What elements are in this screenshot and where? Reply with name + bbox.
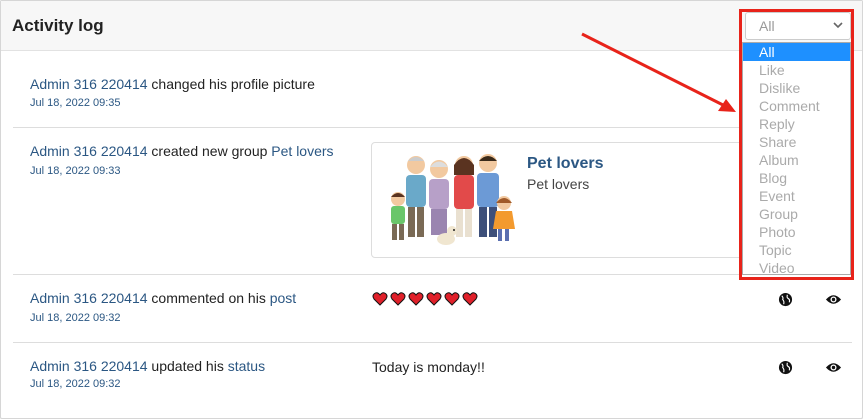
activity-filter-select[interactable]: All bbox=[745, 12, 851, 40]
filter-option-event[interactable]: Event bbox=[743, 187, 850, 205]
activity-summary: Admin 316 220414 changed his profile pic… bbox=[30, 76, 315, 92]
activity-date: Jul 18, 2022 09:32 bbox=[30, 312, 121, 324]
activity-summary: Admin 316 220414 updated his status bbox=[30, 358, 265, 374]
group-card-title: Pet lovers bbox=[527, 155, 604, 172]
filter-option-photo[interactable]: Photo bbox=[743, 223, 850, 241]
actor-link[interactable]: Admin 316 220414 bbox=[30, 76, 148, 92]
filter-option-topic[interactable]: Topic bbox=[743, 241, 850, 259]
eye-icon[interactable] bbox=[825, 292, 842, 307]
status-content: Today is monday!! bbox=[372, 359, 485, 375]
filter-option-group[interactable]: Group bbox=[743, 205, 850, 223]
activity-row: Admin 316 220414 changed his profile pic… bbox=[13, 51, 852, 128]
heart-icon bbox=[426, 292, 442, 306]
group-link[interactable]: Pet lovers bbox=[271, 143, 333, 159]
eye-icon[interactable] bbox=[825, 360, 842, 375]
filter-option-like[interactable]: Like bbox=[743, 61, 850, 79]
actor-link[interactable]: Admin 316 220414 bbox=[30, 143, 148, 159]
group-card[interactable]: Pet lovers Pet lovers bbox=[371, 142, 761, 258]
group-card-description: Pet lovers bbox=[527, 176, 590, 192]
page-title: Activity log bbox=[12, 16, 104, 35]
actor-link[interactable]: Admin 316 220414 bbox=[30, 358, 148, 374]
filter-option-album[interactable]: Album bbox=[743, 151, 850, 169]
activity-action-text: changed his profile picture bbox=[147, 76, 315, 92]
heart-icon bbox=[372, 292, 388, 306]
activity-row: Admin 316 220414 created new group Pet l… bbox=[13, 128, 852, 275]
activity-log-panel: Activity log Admin 316 220414 changed hi… bbox=[0, 0, 863, 419]
filter-option-comment[interactable]: Comment bbox=[743, 97, 850, 115]
activity-action-text: commented on his bbox=[147, 290, 270, 306]
actor-link[interactable]: Admin 316 220414 bbox=[30, 290, 148, 306]
activity-row: Admin 316 220414 commented on his post J… bbox=[13, 275, 852, 343]
filter-dropdown-list: All Like Dislike Comment Reply Share Alb… bbox=[742, 42, 851, 277]
comment-content bbox=[372, 291, 478, 307]
chevron-down-icon bbox=[833, 22, 843, 29]
activity-summary: Admin 316 220414 created new group Pet l… bbox=[30, 143, 334, 159]
activity-date: Jul 18, 2022 09:33 bbox=[30, 165, 121, 177]
filter-option-all[interactable]: All bbox=[743, 43, 850, 61]
heart-icon bbox=[462, 292, 478, 306]
heart-icon bbox=[390, 292, 406, 306]
heart-icon bbox=[444, 292, 460, 306]
globe-icon[interactable] bbox=[778, 292, 793, 307]
filter-option-video[interactable]: Video bbox=[743, 259, 850, 277]
activity-row: Admin 316 220414 updated his status Jul … bbox=[13, 343, 852, 413]
post-link[interactable]: post bbox=[270, 290, 296, 306]
activity-action-text: created new group bbox=[147, 143, 272, 159]
globe-icon[interactable] bbox=[778, 360, 793, 375]
filter-option-blog[interactable]: Blog bbox=[743, 169, 850, 187]
status-link[interactable]: status bbox=[228, 358, 265, 374]
activity-date: Jul 18, 2022 09:32 bbox=[30, 378, 121, 390]
activity-action-text: updated his bbox=[147, 358, 228, 374]
filter-selected-value: All bbox=[759, 18, 775, 34]
family-illustration bbox=[391, 154, 515, 245]
filter-option-dislike[interactable]: Dislike bbox=[743, 79, 850, 97]
panel-header: Activity log bbox=[1, 1, 862, 51]
activity-date: Jul 18, 2022 09:35 bbox=[30, 97, 121, 109]
activity-summary: Admin 316 220414 commented on his post bbox=[30, 290, 296, 306]
filter-option-reply[interactable]: Reply bbox=[743, 115, 850, 133]
filter-option-share[interactable]: Share bbox=[743, 133, 850, 151]
heart-icon bbox=[408, 292, 424, 306]
